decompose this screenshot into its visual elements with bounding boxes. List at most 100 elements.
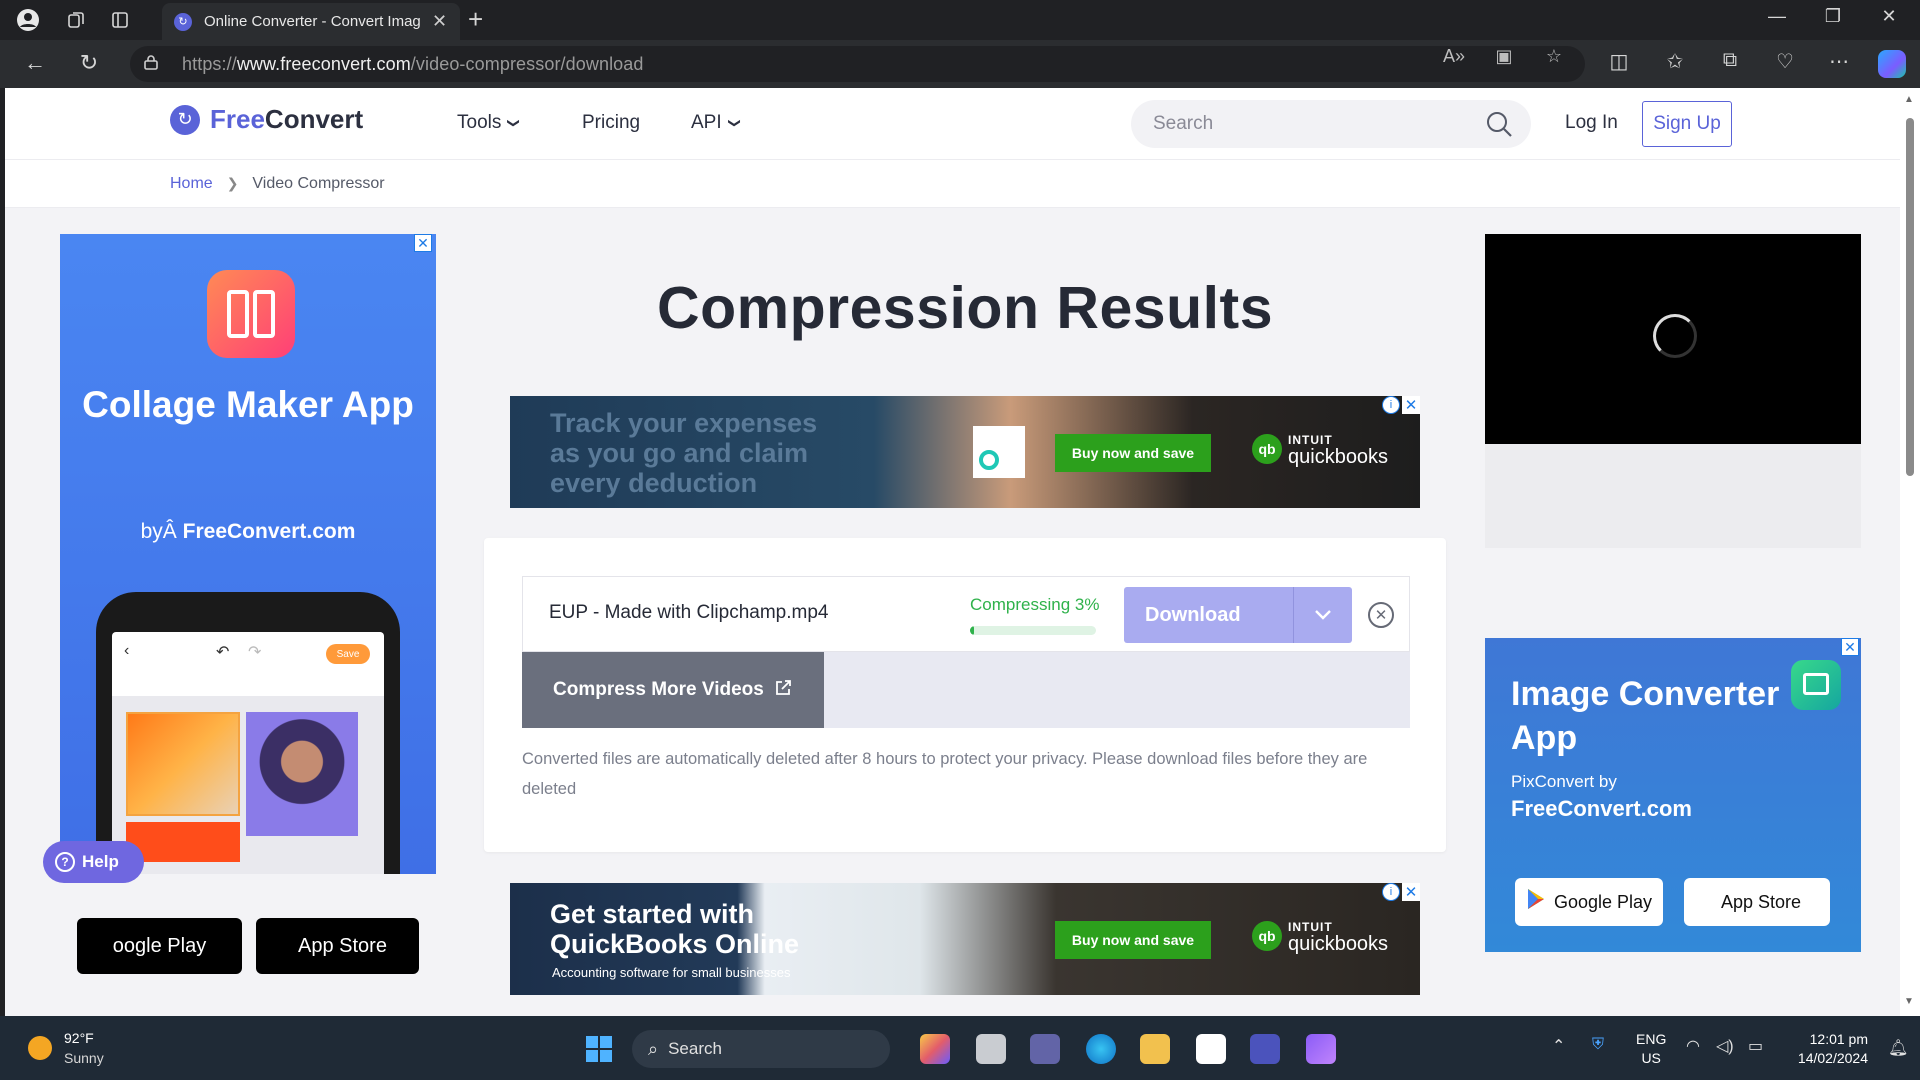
ad-close-icon[interactable]: ✕ [414, 234, 432, 252]
ad-left-app-store-button[interactable]: App Store [256, 918, 419, 974]
logo-text: FreeConvert [210, 104, 363, 135]
breadcrumb-home[interactable]: Home [170, 175, 213, 193]
edge-browser-icon[interactable] [1086, 1034, 1116, 1064]
scroll-up-icon[interactable]: ▲ [1904, 94, 1914, 105]
taskbar-search[interactable]: ⌕ Search [632, 1030, 890, 1068]
volume-icon[interactable]: ◁) [1716, 1036, 1734, 1056]
download-button[interactable]: Download [1124, 587, 1352, 643]
clipchamp-icon[interactable] [1306, 1034, 1336, 1064]
tab-actions-icon[interactable] [106, 6, 134, 34]
menu-api-label: API [691, 112, 722, 133]
download-options-chevron-icon[interactable] [1294, 587, 1352, 643]
collage-maker-ad[interactable]: ✕ Collage Maker App byÂ FreeConvert.com … [60, 234, 436, 874]
compress-more-label: Compress More Videos [553, 679, 764, 700]
ad-right-app-store-button[interactable]: App Store [1684, 878, 1830, 926]
collections-icon[interactable]: ⧉ [1715, 49, 1745, 72]
workspaces-icon[interactable] [62, 6, 90, 34]
url-text: https://www.freeconvert.com/video-compre… [182, 54, 644, 75]
adchoices-icon[interactable]: i [1382, 883, 1400, 901]
phone-mockup: ‹ ↶ ↷ Save [96, 592, 400, 874]
video-ad-player[interactable] [1485, 234, 1861, 444]
compress-more-row: Compress More Videos [522, 652, 1410, 728]
ad-top-cta-button[interactable]: Buy now and save [1055, 434, 1211, 472]
loading-spinner-icon [1653, 314, 1697, 358]
window-close-icon[interactable]: ✕ [1874, 6, 1904, 27]
search-icon[interactable] [1485, 110, 1513, 143]
task-view-icon[interactable] [976, 1034, 1006, 1064]
ad-right-google-play-button[interactable]: Google Play [1515, 878, 1663, 926]
security-shield-icon[interactable]: ⛨ [1592, 1036, 1604, 1054]
weather-sun-icon[interactable] [28, 1036, 52, 1060]
expense-card-graphic [973, 426, 1025, 478]
ad-close-icon[interactable]: ✕ [1402, 883, 1420, 901]
file-name: EUP - Made with Clipchamp.mp4 [549, 602, 829, 623]
favorite-star-icon[interactable]: ☆ [1540, 46, 1568, 67]
tab-close-icon[interactable]: ✕ [432, 11, 447, 32]
image-converter-ad[interactable]: ✕ Image Converter App PixConvert by Free… [1485, 638, 1861, 952]
menu-pricing[interactable]: Pricing [582, 112, 640, 134]
collage-app-icon [207, 270, 295, 358]
ad-top-headline-line-1: Track your expenses [550, 408, 818, 438]
refresh-icon[interactable]: ↻ [74, 50, 104, 76]
scrollbar-thumb[interactable] [1906, 118, 1914, 476]
read-aloud-icon[interactable]: A» [1440, 46, 1468, 67]
weather-condition[interactable]: Sunny [64, 1050, 104, 1066]
browser-essentials-icon[interactable]: ♡ [1770, 49, 1800, 74]
new-tab-icon[interactable]: + [468, 4, 483, 35]
quickbooks-ad-bottom[interactable]: Get started with QuickBooks Online Accou… [510, 883, 1420, 995]
freeconvert-logo[interactable]: ↻ FreeConvert [170, 104, 363, 135]
page-viewport: ↻ FreeConvert Tools ❯ Pricing API ❯ Log In… [5, 88, 1900, 1016]
language-indicator[interactable]: ENG US [1636, 1030, 1666, 1068]
favorites-icon[interactable]: ✩ [1660, 49, 1690, 74]
ad-close-icon[interactable]: ✕ [1841, 638, 1859, 656]
phone-save-button: Save [326, 644, 370, 664]
teams-chat-icon[interactable] [1030, 1034, 1060, 1064]
compress-more-button[interactable]: Compress More Videos [522, 652, 824, 728]
search-input[interactable] [1153, 113, 1473, 135]
login-link[interactable]: Log In [1565, 112, 1618, 134]
minimize-icon[interactable]: — [1762, 6, 1792, 27]
chevron-down-icon: ❯ [727, 117, 742, 129]
signup-button[interactable]: Sign Up [1642, 101, 1732, 147]
ad-left-title: Collage Maker App [82, 384, 414, 425]
more-menu-icon[interactable]: ⋯ [1824, 49, 1854, 74]
ad-right-app-store-label: App Store [1720, 891, 1802, 912]
back-icon[interactable]: ← [20, 50, 50, 76]
copilot-icon[interactable] [1878, 50, 1906, 78]
wifi-icon[interactable]: ◠ [1686, 1036, 1700, 1056]
system-clock[interactable]: 12:01 pm 14/02/2024 [1786, 1030, 1868, 1068]
address-bar[interactable]: https://www.freeconvert.com/video-compre… [130, 46, 1585, 82]
phone-back-icon: ‹ [124, 642, 130, 659]
notification-bell-icon[interactable]: 🔔︎ [1888, 1038, 1908, 1058]
battery-icon[interactable]: ▭ [1748, 1036, 1763, 1056]
copilot-preview-app-icon[interactable] [920, 1034, 950, 1064]
weather-temp[interactable]: 92°F [64, 1030, 94, 1046]
remove-file-icon[interactable]: ✕ [1368, 602, 1394, 628]
page-scrollbar[interactable]: ▲ ▼ [1900, 88, 1920, 1016]
menu-tools[interactable]: Tools ❯ [457, 112, 521, 134]
breadcrumb: Home ❯ Video Compressor [5, 160, 1900, 208]
menu-api[interactable]: API ❯ [691, 112, 742, 134]
file-explorer-icon[interactable] [1140, 1034, 1170, 1064]
quickbooks-logo: qb INTUIT quickbooks [1252, 919, 1388, 954]
ad-close-icon[interactable]: ✕ [1402, 396, 1420, 414]
active-tab[interactable]: ↻ Online Converter - Convert Imag ✕ [162, 3, 460, 40]
split-screen-icon[interactable]: ◫ [1604, 49, 1634, 74]
ad-left-google-play-button[interactable]: oogle Play [77, 918, 242, 974]
restore-icon[interactable]: ❐ [1818, 6, 1848, 27]
help-button[interactable]: ? Help [43, 841, 144, 883]
quickbooks-ad-top[interactable]: Track your expenses as you go and claim … [510, 396, 1420, 508]
ad-left-by-brand: FreeConvert.com [182, 520, 356, 543]
compress-status: Compressing 3% [970, 595, 1100, 614]
address-toolbar: ← ↻ https://www.freeconvert.com/video-co… [0, 40, 1920, 88]
teams-new-icon[interactable] [1250, 1034, 1280, 1064]
profile-icon[interactable] [14, 6, 42, 34]
clock-date: 14/02/2024 [1797, 1050, 1868, 1066]
ad-bottom-cta-button[interactable]: Buy now and save [1055, 921, 1211, 959]
immersive-reader-icon[interactable]: ▣ [1490, 46, 1518, 67]
microsoft-store-icon[interactable] [1196, 1034, 1226, 1064]
adchoices-icon[interactable]: i [1382, 396, 1400, 414]
windows-start-icon[interactable] [586, 1036, 612, 1062]
scroll-down-icon[interactable]: ▼ [1904, 996, 1914, 1007]
tray-overflow-chevron-icon[interactable]: ⌃ [1552, 1036, 1565, 1056]
